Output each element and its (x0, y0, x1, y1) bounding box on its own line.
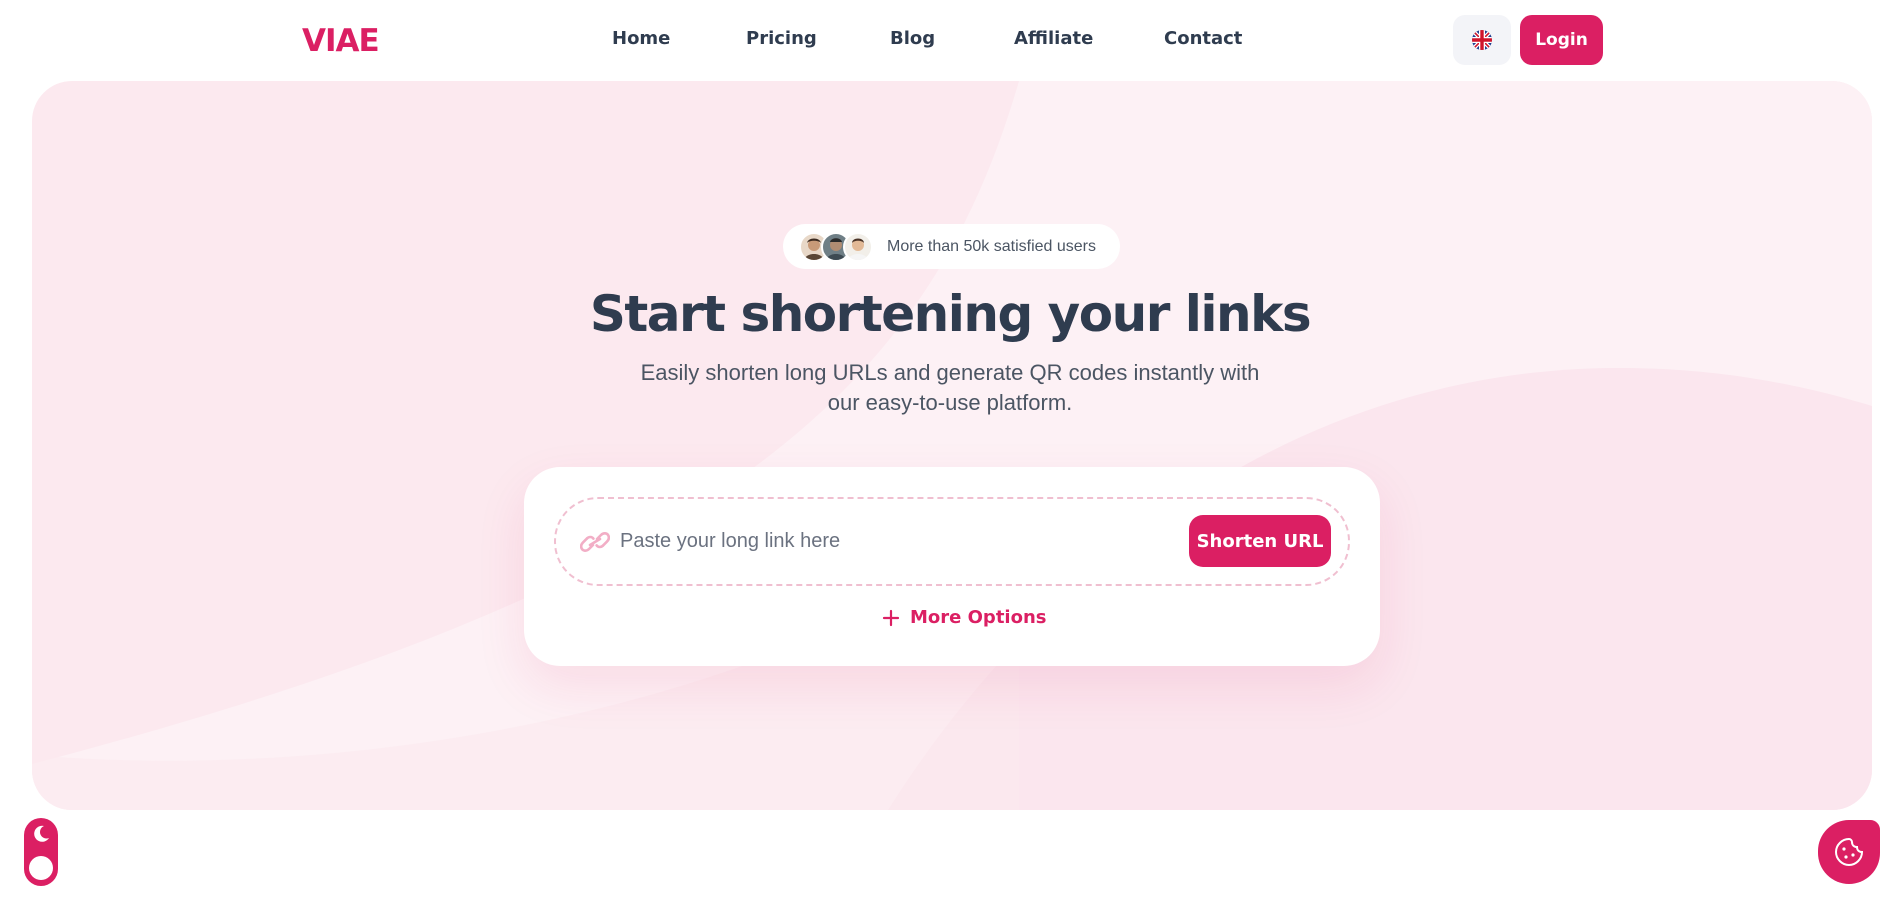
login-button[interactable]: Login (1520, 15, 1603, 65)
avatar-group (799, 232, 879, 262)
hero-title: Start shortening your links (589, 285, 1312, 343)
shorten-card: Shorten URL More Options (524, 467, 1380, 666)
nav-contact-link[interactable]: Contact (1164, 26, 1242, 52)
nav-affiliate-link[interactable]: Affiliate (1014, 26, 1164, 52)
logo[interactable]: VIAE (302, 24, 380, 58)
more-options-label: More Options (910, 607, 1047, 628)
theme-toggle[interactable] (24, 818, 58, 886)
url-input[interactable] (620, 521, 1180, 561)
hero-subtitle: Easily shorten long URLs and generate QR… (640, 360, 1260, 415)
social-proof-text: More than 50k satisfied users (887, 238, 1096, 255)
cookie-settings-button[interactable] (1818, 820, 1880, 884)
main-nav: Home Pricing Blog Affiliate Contact (612, 26, 1242, 52)
language-button[interactable] (1453, 15, 1511, 65)
hero-background-shapes (32, 81, 1872, 810)
avatar (843, 232, 873, 262)
moon-icon (34, 825, 49, 842)
nav-pricing-link[interactable]: Pricing (746, 26, 890, 52)
hero-section: More than 50k satisfied users Start shor… (32, 81, 1872, 810)
more-options-toggle[interactable]: More Options (882, 607, 1047, 628)
site-header: VIAE Home Pricing Blog Affiliate Contact… (0, 0, 1900, 80)
nav-blog-link[interactable]: Blog (890, 26, 1014, 52)
plus-icon (882, 609, 900, 626)
nav-home-link[interactable]: Home (612, 26, 746, 52)
shorten-url-button[interactable]: Shorten URL (1189, 515, 1331, 567)
link-icon (580, 532, 610, 552)
cookie-icon (1834, 837, 1864, 867)
uk-flag-icon (1472, 30, 1492, 50)
toggle-knob (29, 856, 53, 880)
social-proof-badge: More than 50k satisfied users (783, 224, 1120, 269)
url-field: Shorten URL (554, 497, 1350, 586)
